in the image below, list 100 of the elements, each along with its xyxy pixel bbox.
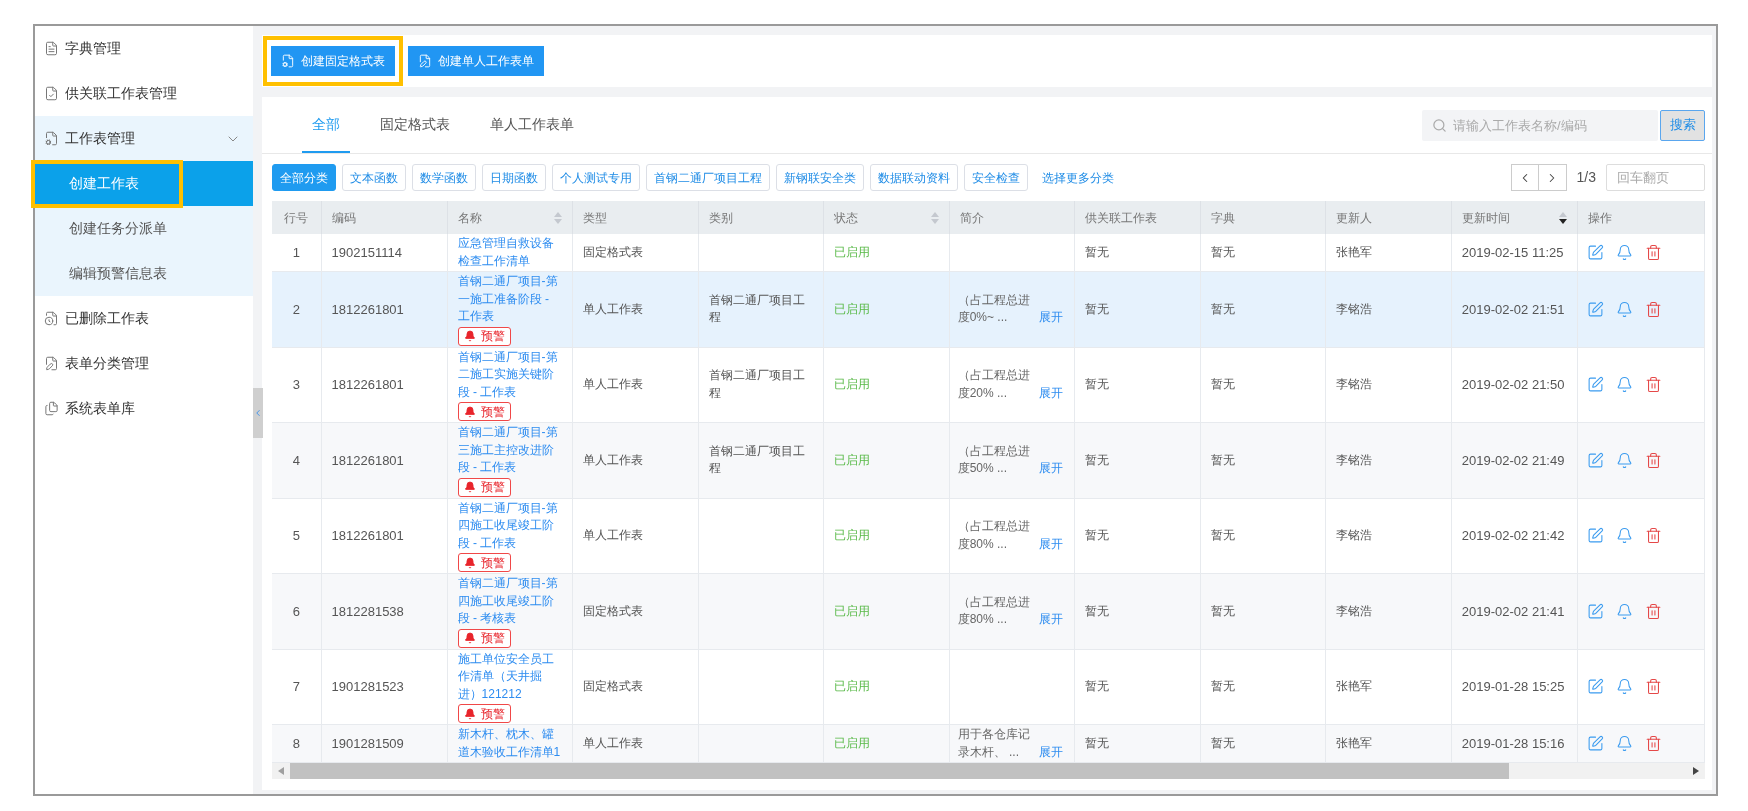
expand-link[interactable]: 展开 bbox=[1038, 309, 1063, 327]
document-gear-icon bbox=[44, 131, 59, 146]
create-button[interactable]: 创建固定格式表 bbox=[271, 46, 395, 76]
table-cell: 1901281509 bbox=[321, 724, 448, 763]
trash-icon[interactable] bbox=[1644, 244, 1662, 261]
more-categories-link[interactable]: 选择更多分类 bbox=[1042, 168, 1114, 187]
bell-icon[interactable] bbox=[1615, 244, 1633, 261]
sidebar-item[interactable]: 供关联工作表管理 bbox=[35, 71, 253, 116]
bell-icon[interactable] bbox=[1615, 376, 1633, 394]
trash-icon[interactable] bbox=[1644, 300, 1662, 318]
bell-icon[interactable] bbox=[1615, 602, 1633, 620]
worksheet-name-link[interactable]: 首钢二通厂项目-第四施工收尾竣工阶段 - 工作表 bbox=[457, 499, 562, 552]
edit-icon[interactable] bbox=[1586, 735, 1604, 752]
sidebar-item[interactable]: 工作表管理 bbox=[35, 116, 253, 161]
previous-page-button[interactable] bbox=[1510, 164, 1539, 191]
table-cell: 2019-02-15 11:25 bbox=[1451, 234, 1578, 272]
sidebar-item[interactable]: 已删除工作表 bbox=[35, 296, 253, 341]
category-tag[interactable]: 全部分类 bbox=[272, 164, 336, 191]
create-button[interactable]: 创建单人工作表单 bbox=[408, 46, 544, 76]
trash-icon[interactable] bbox=[1644, 527, 1662, 545]
category-tag[interactable]: 个人测试专用 bbox=[552, 164, 640, 191]
table-cell: 暂无 bbox=[1200, 347, 1326, 423]
table-cell: 2019-02-02 21:51 bbox=[1451, 271, 1578, 347]
edit-icon[interactable] bbox=[1586, 244, 1604, 261]
next-page-button[interactable] bbox=[1538, 164, 1567, 191]
trash-icon[interactable] bbox=[1644, 735, 1662, 752]
worksheet-name-link[interactable]: 新木杆、枕木、罐道木验收工作清单1 bbox=[457, 726, 562, 761]
page-indicator: 1/3 bbox=[1576, 168, 1596, 187]
table-cell: 固定格式表 bbox=[572, 234, 699, 272]
expand-link[interactable]: 展开 bbox=[1038, 535, 1063, 554]
expand-link[interactable]: 展开 bbox=[1038, 384, 1063, 403]
table-cell: 暂无 bbox=[1200, 498, 1326, 574]
column-header: 类型 bbox=[582, 209, 607, 227]
edit-icon[interactable] bbox=[1586, 602, 1604, 620]
tab[interactable]: 固定格式表 bbox=[370, 97, 460, 153]
warning-label: 预警 bbox=[480, 707, 505, 720]
bell-icon[interactable] bbox=[1615, 678, 1633, 696]
row-number: 7 bbox=[272, 649, 321, 725]
trash-icon[interactable] bbox=[1644, 602, 1662, 620]
edit-icon[interactable] bbox=[1586, 678, 1604, 696]
worksheet-name-link[interactable]: 首钢二通厂项目-第三施工主控改进阶段 - 工作表 bbox=[457, 424, 562, 477]
table-cell: 2019-02-02 21:41 bbox=[1451, 573, 1578, 649]
table-cell: 暂无 bbox=[1200, 271, 1326, 347]
sidebar-item[interactable]: 表单分类管理 bbox=[35, 341, 253, 386]
expand-link[interactable]: 展开 bbox=[1038, 611, 1063, 629]
category-tag[interactable]: 数据联动资料 bbox=[870, 164, 958, 191]
page-jump-field[interactable]: 回车翻页 bbox=[1606, 164, 1705, 191]
table-cell: 暂无 bbox=[1200, 422, 1326, 498]
bell-icon bbox=[463, 330, 476, 342]
column-header: 状态 bbox=[833, 209, 858, 227]
category-tag[interactable]: 新钢联安全类 bbox=[776, 164, 864, 191]
category-tag[interactable]: 安全检查 bbox=[964, 164, 1028, 191]
trash-icon[interactable] bbox=[1644, 451, 1662, 469]
document-check-icon bbox=[44, 86, 59, 101]
category-tag[interactable]: 首钢二通厂项目工程 bbox=[646, 164, 770, 191]
tab[interactable]: 全部 bbox=[302, 97, 350, 153]
row-number: 2 bbox=[272, 271, 321, 347]
status-text: 已启用 bbox=[823, 498, 950, 574]
edit-icon[interactable] bbox=[1586, 451, 1604, 469]
documents-icon bbox=[44, 401, 59, 416]
trash-icon[interactable] bbox=[1644, 678, 1662, 696]
scroll-right-arrow-icon[interactable] bbox=[1693, 767, 1699, 775]
table-cell: 张艳军 bbox=[1325, 724, 1452, 763]
category-tag[interactable]: 数学函数 bbox=[412, 164, 476, 191]
sidebar-subitem[interactable]: 创建任务分派单 bbox=[35, 206, 253, 251]
worksheet-name-link[interactable]: 施工单位安全员工作清单（天井掘进）121212 bbox=[457, 650, 562, 703]
trash-icon[interactable] bbox=[1644, 376, 1662, 394]
sidebar-item[interactable]: 字典管理 bbox=[35, 26, 253, 71]
scroll-left-arrow-icon[interactable] bbox=[278, 767, 284, 775]
edit-icon[interactable] bbox=[1586, 376, 1604, 394]
category-tag[interactable]: 文本函数 bbox=[342, 164, 406, 191]
sort-icon[interactable] bbox=[1558, 211, 1567, 224]
table-cell: 1901281523 bbox=[321, 649, 448, 725]
column-header: 更新时间 bbox=[1461, 209, 1510, 227]
bell-icon[interactable] bbox=[1615, 527, 1633, 545]
status-text: 已启用 bbox=[823, 271, 950, 347]
warning-label: 预警 bbox=[480, 556, 505, 569]
worksheet-name-link[interactable]: 应急管理自救设备检查工作清单 bbox=[457, 235, 562, 270]
document-pen-icon bbox=[44, 356, 59, 371]
worksheet-name-link[interactable]: 首钢二通厂项目-第一施工准备阶段 - 工作表 bbox=[457, 273, 562, 326]
bell-icon[interactable] bbox=[1615, 451, 1633, 469]
table-cell: 首钢二通厂项目工程 bbox=[698, 271, 824, 347]
category-tag[interactable]: 日期函数 bbox=[482, 164, 546, 191]
edit-icon[interactable] bbox=[1586, 527, 1604, 545]
expand-link[interactable]: 展开 bbox=[1038, 743, 1063, 761]
edit-icon[interactable] bbox=[1586, 300, 1604, 318]
bell-icon[interactable] bbox=[1615, 735, 1633, 752]
sidebar-subitem[interactable]: 编辑预警信息表 bbox=[35, 251, 253, 296]
status-text: 已启用 bbox=[823, 573, 950, 649]
table-cell: 2019-01-28 15:25 bbox=[1451, 649, 1578, 725]
sidebar-item[interactable]: 系统表单库 bbox=[35, 386, 253, 431]
warning-label: 预警 bbox=[480, 405, 505, 418]
bell-icon[interactable] bbox=[1615, 300, 1633, 318]
search-field[interactable]: 请输入工作表名称/编码 bbox=[1422, 109, 1658, 141]
expand-link[interactable]: 展开 bbox=[1038, 460, 1063, 478]
column-header: 类别 bbox=[708, 209, 733, 227]
worksheet-name-link[interactable]: 首钢二通厂项目-第二施工实施关键阶段 - 工作表 bbox=[457, 348, 562, 401]
search-button[interactable]: 搜索 bbox=[1660, 109, 1705, 141]
worksheet-name-link[interactable]: 首钢二通厂项目-第四施工收尾竣工阶段 - 考核表 bbox=[457, 575, 562, 628]
tab[interactable]: 单人工作表单 bbox=[480, 97, 584, 153]
